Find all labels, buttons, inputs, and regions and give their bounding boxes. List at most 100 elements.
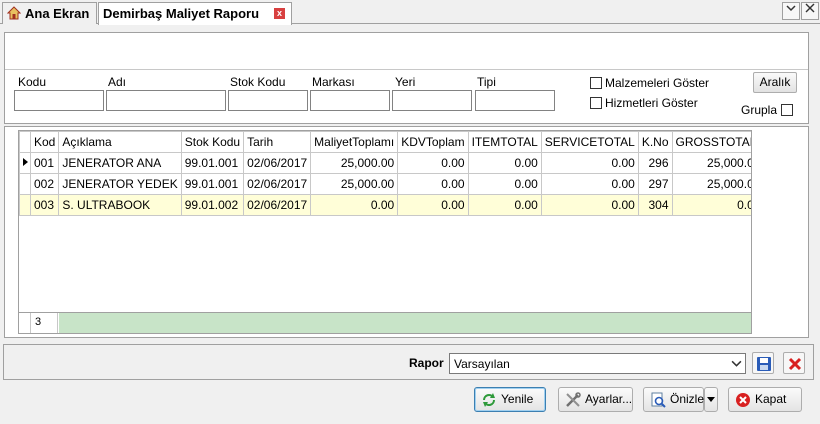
cell-grosstotal[interactable]: 25,000.00 (671, 152, 751, 174)
aralik-button[interactable]: Aralık (753, 72, 797, 93)
cell-tarih[interactable]: 02/06/2017 (243, 173, 312, 195)
adi-input[interactable] (106, 90, 226, 111)
grid-header-row: Kod Açıklama Stok Kodu Tarih MaliyetTopl… (19, 131, 751, 153)
cell-servicetotal[interactable]: 0.00 (540, 194, 639, 216)
window-close-icon[interactable] (801, 2, 819, 20)
malzemeleri-goster-label: Malzemeleri Göster (605, 76, 710, 90)
cell-maliyet-toplami[interactable]: 25,000.00 (310, 173, 399, 195)
data-grid[interactable]: Kod Açıklama Stok Kodu Tarih MaliyetTopl… (18, 130, 752, 334)
cell-aciklama[interactable]: S. ULTRABOOK (58, 194, 182, 216)
grid-footer: 3 (19, 312, 751, 333)
tools-icon (565, 392, 581, 408)
kapat-button[interactable]: Kapat (728, 387, 802, 412)
header-tarih[interactable]: Tarih (243, 131, 312, 153)
header-kdv-toplam[interactable]: KDVToplam (397, 131, 469, 153)
cell-maliyet-toplami[interactable]: 0.00 (310, 194, 399, 216)
ayarlar-button[interactable]: Ayarlar... (558, 387, 633, 412)
grupla-checkbox[interactable] (781, 104, 793, 116)
grid-table: Kod Açıklama Stok Kodu Tarih MaliyetTopl… (19, 131, 751, 216)
header-stok-kodu[interactable]: Stok Kodu (180, 131, 245, 153)
tab-ana-ekran[interactable]: Ana Ekran (2, 2, 97, 24)
stok-kodu-label: Stok Kodu (230, 75, 286, 89)
malzemeleri-goster-checkbox[interactable] (590, 77, 602, 89)
rapor-chevron-down-icon[interactable] (731, 358, 742, 372)
grupla-label: Grupla (741, 103, 778, 117)
yenile-label: Yenile (501, 392, 534, 406)
rapor-label: Rapor (409, 356, 444, 370)
cell-itemtotal[interactable]: 0.00 (467, 194, 542, 216)
tab-list-chevron-down-icon[interactable] (782, 2, 800, 20)
tab-active-label: Demirbaş Maliyet Raporu (103, 6, 260, 21)
footer-indicator (19, 313, 31, 333)
header-itemtotal[interactable]: ITEMTOTAL (467, 131, 542, 153)
row-indicator-icon (19, 152, 31, 174)
adi-label: Adı (108, 75, 127, 89)
table-row[interactable]: 001 JENERATOR ANA 99.01.001 02/06/2017 2… (19, 152, 751, 174)
tab-close-icon[interactable]: x (274, 8, 285, 19)
footer-summary (59, 313, 751, 333)
save-report-button[interactable] (752, 352, 774, 374)
hizmetleri-goster-label: Hizmetleri Göster (605, 96, 698, 110)
kodu-label: Kodu (18, 75, 47, 89)
cell-kod[interactable]: 003 (29, 194, 60, 216)
markasi-input[interactable] (310, 90, 390, 111)
cell-k-no[interactable]: 296 (637, 152, 673, 174)
yenile-button[interactable]: Yenile (474, 387, 546, 412)
cell-servicetotal[interactable]: 0.00 (540, 152, 639, 174)
cell-stok-kodu[interactable]: 99.01.001 (180, 152, 245, 174)
cell-itemtotal[interactable]: 0.00 (467, 152, 542, 174)
kapat-label: Kapat (755, 392, 787, 406)
tab-ana-ekran-label: Ana Ekran (25, 6, 90, 21)
stok-kodu-input[interactable] (228, 90, 308, 111)
cell-kod[interactable]: 002 (29, 173, 60, 195)
header-servicetotal[interactable]: SERVICETOTAL (540, 131, 639, 153)
cell-stok-kodu[interactable]: 99.01.002 (180, 194, 245, 216)
cell-grosstotal[interactable]: 25,000.00 (671, 173, 751, 195)
close-circle-icon (735, 392, 751, 408)
header-maliyet-toplami[interactable]: MaliyetToplamı (310, 131, 399, 153)
header-indicator (19, 131, 31, 153)
preview-magnifier-icon (650, 392, 666, 408)
header-grosstotal[interactable]: GROSSTOTAL- (671, 131, 751, 153)
tab-demirbas-maliyet-raporu[interactable]: Demirbaş Maliyet Raporu x (98, 2, 292, 25)
header-aciklama[interactable]: Açıklama (58, 131, 182, 153)
rapor-selected-value: Varsayılan (454, 357, 510, 371)
cell-kdv-toplam[interactable]: 0.00 (397, 152, 469, 174)
cell-maliyet-toplami[interactable]: 25,000.00 (310, 152, 399, 174)
table-row-selected[interactable]: 003 S. ULTRABOOK 99.01.002 02/06/2017 0.… (19, 194, 751, 216)
tab-bar: Ana Ekran Demirbaş Maliyet Raporu x (0, 0, 820, 25)
home-icon (6, 6, 22, 20)
cell-kod[interactable]: 001 (29, 152, 60, 174)
caret-down-icon (707, 392, 715, 406)
ayarlar-label: Ayarlar... (585, 392, 633, 406)
cell-servicetotal[interactable]: 0.00 (540, 173, 639, 195)
tipi-label: Tipi (477, 75, 496, 89)
cell-grosstotal[interactable]: 0.00 (671, 194, 751, 216)
hizmetleri-goster-checkbox[interactable] (590, 97, 602, 109)
table-row[interactable]: 002 JENERATOR YEDEK 99.01.001 02/06/2017… (19, 173, 751, 195)
tipi-input[interactable] (475, 90, 555, 111)
onizle-label: Önizle (670, 392, 705, 406)
filter-divider (5, 69, 808, 70)
kodu-input[interactable] (14, 90, 104, 111)
cell-tarih[interactable]: 02/06/2017 (243, 152, 312, 174)
cell-aciklama[interactable]: JENERATOR ANA (58, 152, 182, 174)
footer-row-count: 3 (32, 313, 58, 333)
header-k-no[interactable]: K.No (637, 131, 673, 153)
markasi-label: Markası (312, 75, 355, 89)
cell-kdv-toplam[interactable]: 0.00 (397, 173, 469, 195)
cell-itemtotal[interactable]: 0.00 (467, 173, 542, 195)
cell-tarih[interactable]: 02/06/2017 (243, 194, 312, 216)
delete-report-button[interactable] (783, 352, 805, 374)
rapor-select[interactable]: Varsayılan (449, 353, 746, 374)
yeri-input[interactable] (392, 90, 472, 111)
onizle-button[interactable]: Önizle (643, 387, 704, 412)
filter-panel: Kodu Adı Stok Kodu Markası Yeri Tipi Mal… (4, 32, 809, 124)
cell-k-no[interactable]: 297 (637, 173, 673, 195)
cell-aciklama[interactable]: JENERATOR YEDEK (58, 173, 182, 195)
cell-k-no[interactable]: 304 (637, 194, 673, 216)
cell-kdv-toplam[interactable]: 0.00 (397, 194, 469, 216)
cell-stok-kodu[interactable]: 99.01.001 (180, 173, 245, 195)
header-kod[interactable]: Kod (29, 131, 60, 153)
onizle-dropdown-button[interactable] (704, 387, 718, 412)
